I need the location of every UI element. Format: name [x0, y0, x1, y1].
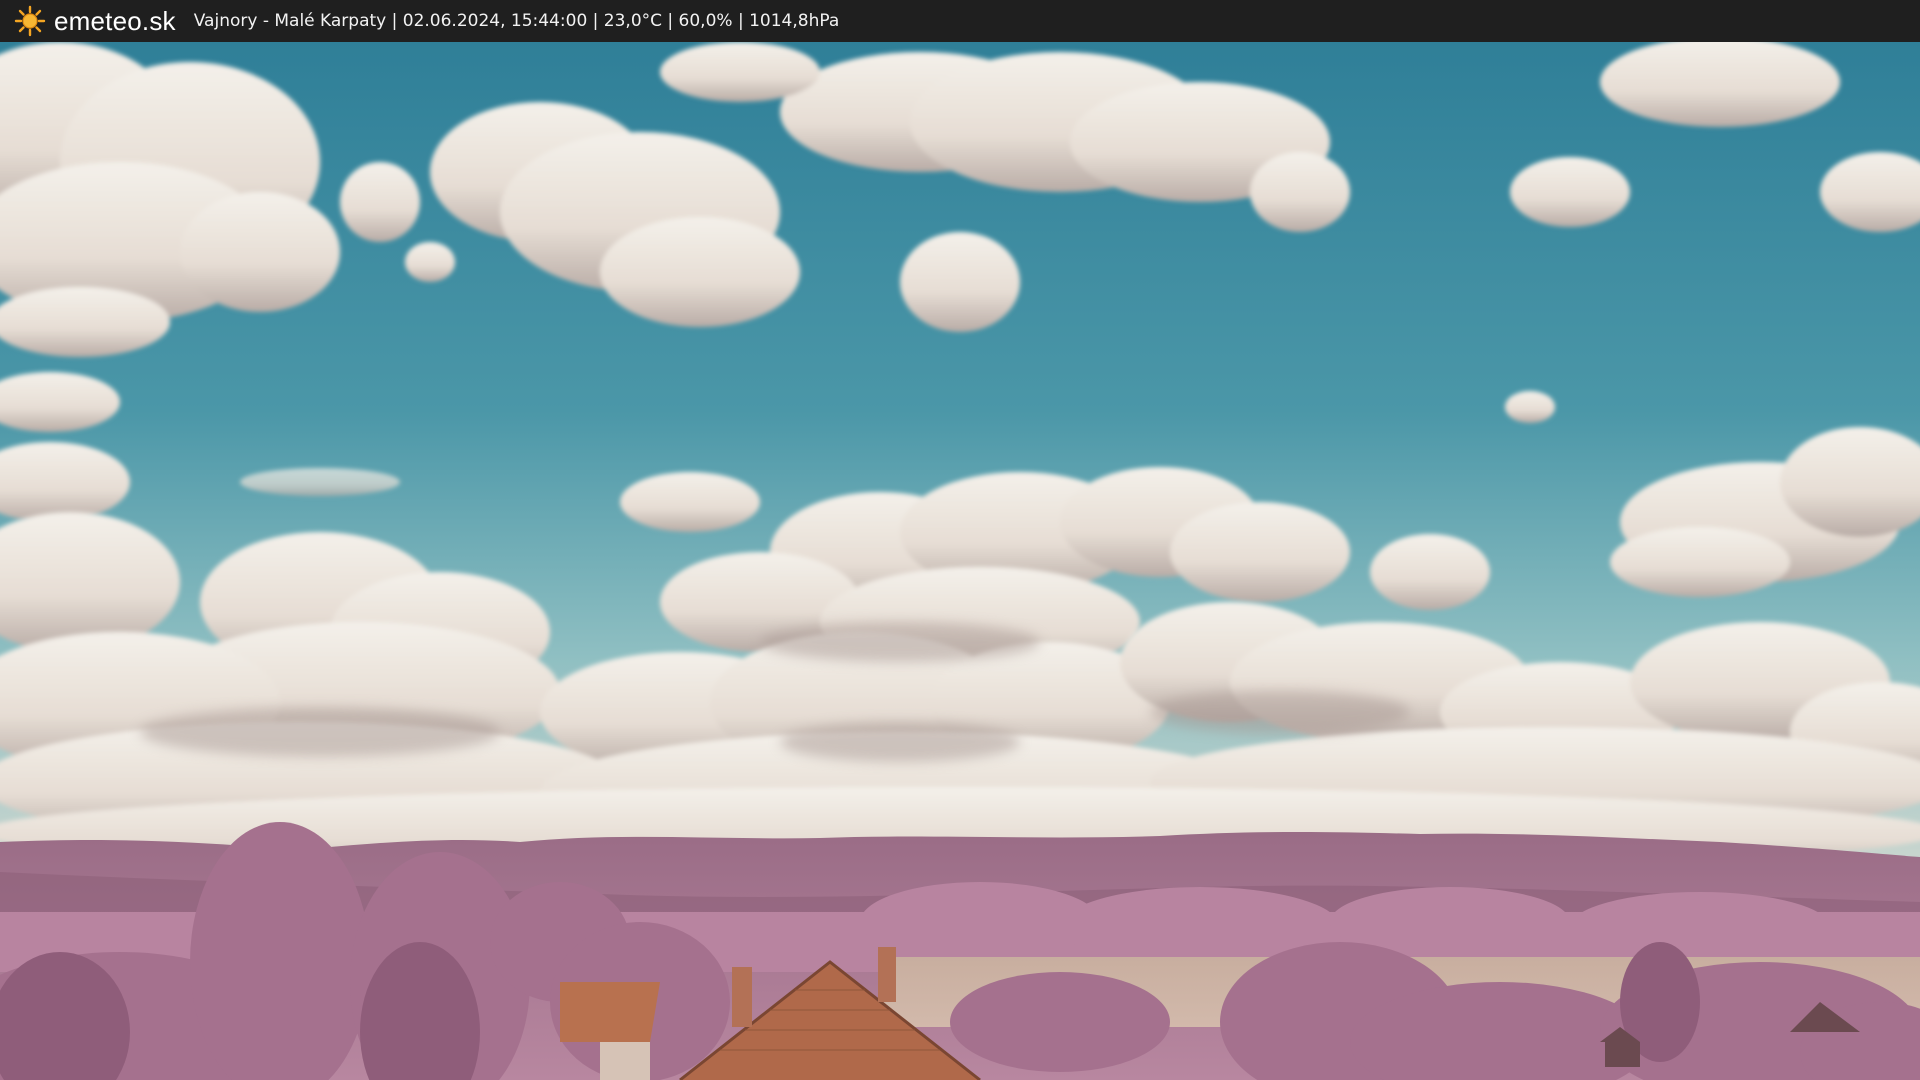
brand-name: emeteo.sk — [54, 5, 176, 36]
sun-icon — [14, 5, 46, 37]
top-bar: emeteo.sk Vajnory - Malé Karpaty | 02.06… — [0, 0, 1920, 42]
webcam-scene — [0, 42, 1920, 1080]
webcam-caption: Vajnory - Malé Karpaty | 02.06.2024, 15:… — [193, 11, 840, 31]
emeteo-logo[interactable]: emeteo.sk — [14, 5, 176, 37]
webcam-image — [0, 42, 1920, 1080]
